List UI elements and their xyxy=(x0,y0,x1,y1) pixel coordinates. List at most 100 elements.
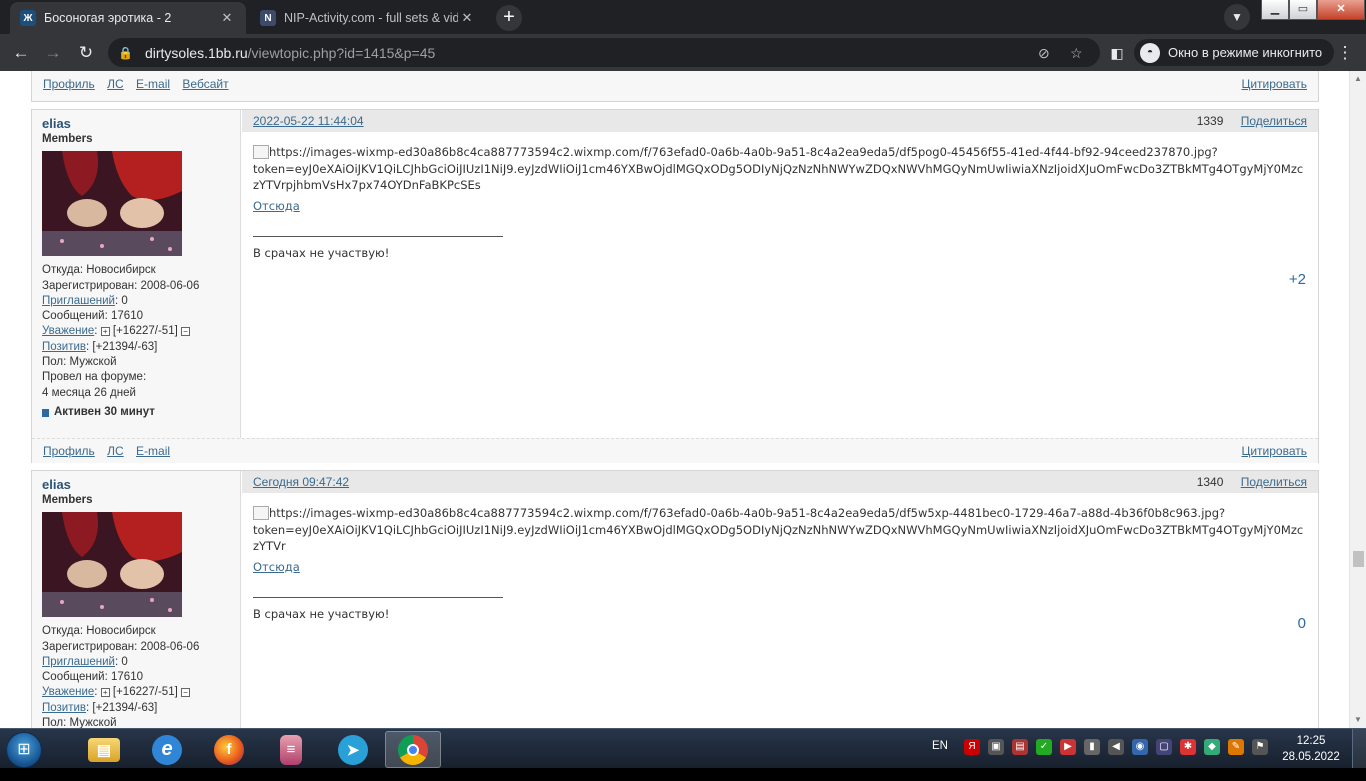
positive-link[interactable]: Позитив xyxy=(42,702,86,714)
post-links-bar: Профиль ЛС E-mail Вебсайт Цитировать xyxy=(32,71,1318,101)
signature-divider xyxy=(253,597,503,598)
broken-image-token: token=eyJ0eXAiOiJKV1QiLCJhbGciOiJIUzI1Ni… xyxy=(253,522,1304,554)
tray-app-icon[interactable]: ▤ xyxy=(1012,739,1028,755)
yandex-tray-icon[interactable]: Я xyxy=(964,739,980,755)
back-button[interactable]: ← xyxy=(8,40,34,66)
post-links-left: Профиль ЛС E-mail Вебсайт xyxy=(43,77,238,91)
star-icon[interactable]: ☆ xyxy=(1070,45,1083,62)
post-links-bar: Профиль ЛС E-mail Цитировать xyxy=(32,438,1318,463)
respect-plus-icon[interactable]: + xyxy=(100,326,110,336)
profile-link[interactable]: Профиль xyxy=(43,444,95,458)
respect-minus-icon[interactable]: − xyxy=(181,687,190,697)
tray-app-icon[interactable]: ▣ xyxy=(988,739,1004,755)
quote-link[interactable]: Цитировать xyxy=(1241,77,1307,91)
browser-menu-button[interactable]: ⋮ xyxy=(1332,40,1358,66)
action-center-icon[interactable]: ⚑ xyxy=(1252,739,1268,755)
firefox-icon[interactable]: f xyxy=(201,731,257,768)
tray-app-icon[interactable]: ◆ xyxy=(1204,739,1220,755)
author-invites: Приглашений: 0 xyxy=(42,655,128,668)
pm-link[interactable]: ЛС xyxy=(107,77,124,91)
tray-video-icon[interactable]: ▶ xyxy=(1060,739,1076,755)
avatar-image xyxy=(42,512,182,618)
tray-app-icon[interactable]: ▮ xyxy=(1084,739,1100,755)
post-body: https://images-wixmp-ed30a86b8c4ca887773… xyxy=(242,493,1318,623)
network-icon[interactable]: ◉ xyxy=(1132,739,1148,755)
post-rating[interactable]: 0 xyxy=(1298,615,1306,632)
tray-app-icon[interactable]: ✎ xyxy=(1228,739,1244,755)
tab-search-button[interactable]: ▼ xyxy=(1224,4,1250,30)
quote-link[interactable]: Цитировать xyxy=(1241,444,1307,458)
invites-link[interactable]: Приглашений xyxy=(42,295,115,307)
share-link[interactable]: Поделиться xyxy=(1241,114,1307,128)
source-link[interactable]: Отсюда xyxy=(253,199,300,213)
tray-check-icon[interactable]: ✓ xyxy=(1036,739,1052,755)
reload-button[interactable]: ↻ xyxy=(73,40,99,66)
eye-off-icon[interactable]: ⊘ xyxy=(1038,45,1050,62)
tab-close-icon[interactable]: ✕ xyxy=(458,10,476,26)
author-messages: Сообщений: 17610 xyxy=(42,310,143,323)
scrollbar-thumb[interactable] xyxy=(1353,551,1364,567)
email-link[interactable]: E-mail xyxy=(136,77,170,91)
author-registered: Зарегистрирован: 2008-06-06 xyxy=(42,279,200,292)
explorer-folder-icon[interactable]: ▤ xyxy=(76,731,132,768)
incognito-badge[interactable]: ◓ Окно в режиме инкогнито xyxy=(1134,39,1335,66)
address-bar[interactable]: 🔒 dirtysoles.1bb.ru/viewtopic.php?id=141… xyxy=(108,38,1100,67)
clock-time: 12:25 xyxy=(1296,735,1326,747)
author-name[interactable]: elias xyxy=(42,477,230,493)
page-viewport: Профиль ЛС E-mail Вебсайт Цитировать eli… xyxy=(0,71,1366,728)
avatar-image xyxy=(42,151,182,257)
tab-inactive[interactable]: N NIP-Activity.com - full sets & vide ✕ xyxy=(250,2,486,34)
minimize-button[interactable]: ▁ xyxy=(1261,0,1289,20)
volume-muted-icon[interactable]: ◀ xyxy=(1108,739,1124,755)
respect-plus-icon[interactable]: + xyxy=(100,687,110,697)
post-author-panel: elias Members Откуда: Новосибирск Зареги… xyxy=(32,471,241,728)
invites-link[interactable]: Приглашений xyxy=(42,656,115,668)
incognito-icon: ◓ xyxy=(1140,42,1160,63)
online-indicator-icon xyxy=(42,408,49,417)
author-respect: Уважение: + [+16227/-51] − xyxy=(42,324,230,339)
author-time-label: Провел на форуме: xyxy=(42,371,147,384)
website-link[interactable]: Вебсайт xyxy=(182,77,228,91)
post-date-link[interactable]: Сегодня 09:47:42 xyxy=(253,475,349,489)
side-panel-button[interactable]: ◧ xyxy=(1104,40,1130,66)
positive-link[interactable]: Позитив xyxy=(42,341,86,353)
system-clock[interactable]: 12:25 28.05.2022 xyxy=(1278,733,1344,765)
chrome-icon[interactable] xyxy=(385,731,441,768)
tray-app-icon[interactable]: ▢ xyxy=(1156,739,1172,755)
show-desktop-button[interactable] xyxy=(1352,729,1366,769)
internet-explorer-icon[interactable]: e xyxy=(139,731,195,768)
database-app-icon[interactable]: ≡ xyxy=(263,731,319,768)
post-date-link[interactable]: 2022-05-22 11:44:04 xyxy=(253,114,364,128)
source-link[interactable]: Отсюда xyxy=(253,560,300,574)
post-body: https://images-wixmp-ed30a86b8c4ca887773… xyxy=(242,132,1318,262)
author-name[interactable]: elias xyxy=(42,116,230,132)
forward-button[interactable]: → xyxy=(40,40,66,66)
telegram-icon[interactable]: ➤ xyxy=(325,731,381,768)
forum-post: elias Members Откуда: Новосибирск Зареги… xyxy=(31,470,1319,728)
pm-link[interactable]: ЛС xyxy=(107,444,124,458)
post-number: 1340 xyxy=(1196,475,1224,489)
share-link[interactable]: Поделиться xyxy=(1241,475,1307,489)
post-rating[interactable]: +2 xyxy=(1289,271,1306,288)
new-tab-button[interactable]: + xyxy=(496,5,522,31)
start-button[interactable]: ⊞ xyxy=(6,732,42,768)
email-link[interactable]: E-mail xyxy=(136,444,170,458)
tab-close-icon[interactable]: ✕ xyxy=(218,10,236,26)
respect-minus-icon[interactable]: − xyxy=(181,326,190,336)
language-indicator[interactable]: EN xyxy=(932,740,948,752)
tab-title: Босоногая эротика - 2 xyxy=(44,11,172,25)
close-window-button[interactable]: ✕ xyxy=(1317,0,1365,20)
scroll-up-icon[interactable]: ▲ xyxy=(1350,71,1366,87)
respect-link[interactable]: Уважение xyxy=(42,325,94,337)
page-scrollbar[interactable]: ▲ ▼ xyxy=(1349,71,1366,728)
maximize-button[interactable]: ▭ xyxy=(1289,0,1317,20)
tab-title: NIP-Activity.com - full sets & vide xyxy=(284,11,458,25)
tray-app-icon[interactable]: ✱ xyxy=(1180,739,1196,755)
post-content: 2022-05-22 11:44:04 1339 Поделиться http… xyxy=(242,110,1318,438)
lock-icon[interactable]: 🔒 xyxy=(118,46,133,60)
tab-active[interactable]: Ж Босоногая эротика - 2 ✕ xyxy=(10,2,246,34)
profile-link[interactable]: Профиль xyxy=(43,77,95,91)
author-messages: Сообщений: 17610 xyxy=(42,671,143,684)
scroll-down-icon[interactable]: ▼ xyxy=(1350,712,1366,728)
respect-link[interactable]: Уважение xyxy=(42,686,94,698)
